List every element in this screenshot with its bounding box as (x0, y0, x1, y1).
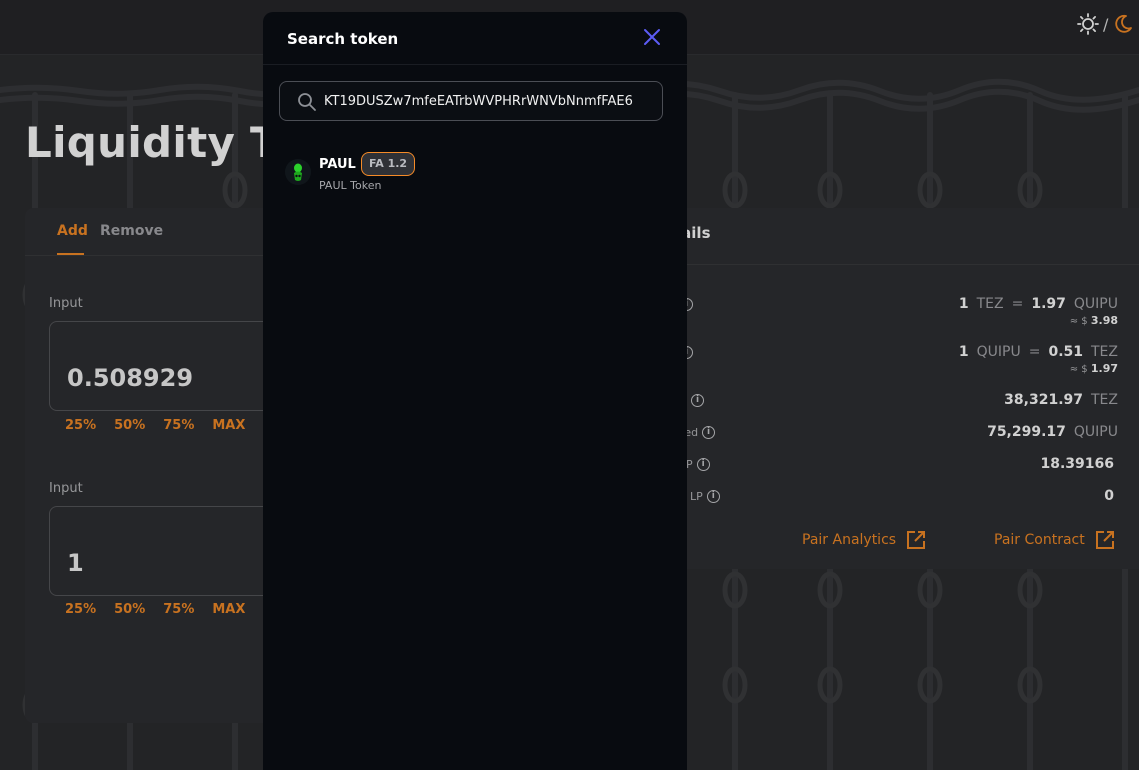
token-standard-badge: FA 1.2 (361, 152, 416, 176)
modal-title: Search token (287, 30, 399, 48)
token-symbol: PAUL (319, 157, 356, 172)
paul-token-avatar (285, 159, 311, 185)
close-icon[interactable] (640, 25, 664, 49)
token-name: PAUL Token (319, 179, 382, 192)
token-result-item[interactable]: PAUL FA 1.2 PAUL Token (285, 152, 665, 196)
app-root: / Liquidity TE Add Remove Input 0.508929… (0, 0, 1139, 770)
search-token-modal: Search token KT19DUSZw7mfeEATrbWVPHRrWNV… (263, 12, 687, 770)
modal-divider (263, 64, 687, 65)
token-search-input[interactable] (324, 90, 654, 112)
close-button[interactable] (640, 25, 664, 49)
search-icon (297, 92, 317, 112)
token-search-field[interactable] (279, 81, 663, 121)
